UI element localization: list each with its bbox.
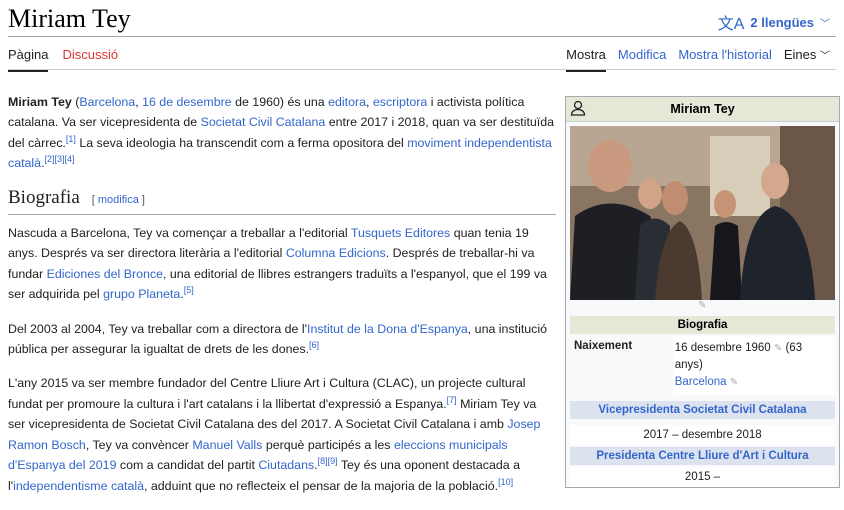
tabs-divider: [8, 69, 836, 70]
paragraph: L'any 2015 va ser membre fundador del Ce…: [8, 373, 556, 495]
text: , adduint que no reflecteix el pensar de…: [144, 478, 499, 493]
text: Nascuda a Barcelona, Tey va començar a t…: [8, 226, 351, 241]
birth-label: Naixement: [570, 336, 673, 395]
reference[interactable]: [2][3][4]: [45, 154, 75, 164]
title-divider: [8, 36, 836, 37]
text: L'any 2015 va ser membre fundador del Ce…: [8, 376, 526, 411]
reference[interactable]: [8][9]: [318, 456, 338, 466]
text: La seva ideologia ha transcendit com a f…: [75, 135, 408, 150]
text: ]: [138, 193, 145, 206]
portrait-photo[interactable]: [570, 126, 835, 300]
infobox-header: Miriam Tey: [566, 97, 839, 122]
text: com a candidat del partit: [116, 458, 259, 473]
language-count: 2 llengües: [750, 14, 814, 30]
reference[interactable]: [1]: [66, 134, 76, 144]
section-heading: Biografia [ modifica ]: [8, 186, 556, 216]
article-body: Miriam Tey (Barcelona, 16 de desembre de…: [8, 92, 556, 510]
link-barcelona[interactable]: Barcelona: [79, 95, 135, 109]
edit-icon[interactable]: ✎: [730, 377, 738, 388]
role-2-period: 2015 –: [570, 467, 835, 487]
section-edit: [ modifica ]: [92, 194, 145, 206]
subject-name: Miriam Tey: [8, 95, 72, 109]
text: Del 2003 al 2004, Tey va treballar com a…: [8, 321, 307, 336]
page-title: Miriam Tey: [8, 4, 131, 33]
text: de 1960) és una: [231, 95, 329, 109]
link[interactable]: Tusquets Editores: [351, 226, 450, 240]
link-scc[interactable]: Societat Civil Catalana: [201, 115, 326, 129]
link[interactable]: Ediciones del Bronce: [47, 267, 163, 281]
infobox-section-biografia: Biografia: [570, 316, 835, 334]
birth-value: 16 desembre 1960 ✎ (63 anys) Barcelona ✎: [673, 336, 835, 395]
reference[interactable]: [5]: [184, 285, 194, 295]
link[interactable]: Ciutadans: [258, 458, 314, 472]
chevron-down-icon: ﹀: [820, 51, 830, 62]
infobox-title: Miriam Tey: [670, 102, 735, 116]
link[interactable]: Institut de la Dona d'Espanya: [307, 322, 468, 336]
text: , Tey va convèncer: [85, 437, 193, 452]
edit-section-link[interactable]: modifica: [98, 194, 139, 206]
reference[interactable]: [10]: [498, 476, 513, 486]
paragraph: Del 2003 al 2004, Tey va treballar com a…: [8, 319, 556, 360]
link-editora[interactable]: editora: [328, 95, 366, 109]
birth-place-link[interactable]: Barcelona: [675, 376, 727, 388]
role-1-period: 2017 – desembre 2018: [570, 425, 835, 445]
paragraph: Nascuda a Barcelona, Tey va començar a t…: [8, 223, 556, 305]
birth-date: 16 desembre 1960: [674, 342, 771, 354]
infobox-row-birth: Naixement 16 desembre 1960 ✎ (63 anys) B…: [570, 336, 835, 395]
text: perquè participés a les: [262, 437, 394, 452]
link[interactable]: independentisme català: [13, 479, 144, 493]
reference[interactable]: [7]: [447, 395, 457, 405]
link[interactable]: grupo Planeta: [103, 287, 180, 301]
link-escriptora[interactable]: escriptora: [373, 95, 427, 109]
chevron-down-icon: ﹀: [820, 18, 830, 30]
reference[interactable]: [6]: [309, 340, 319, 350]
infobox: Miriam Tey ✎ Biografia Naixement 16 dese…: [565, 96, 840, 488]
text: ,: [365, 95, 373, 109]
link[interactable]: Columna Edicions: [286, 246, 386, 260]
link-date[interactable]: 16 de desembre: [142, 95, 232, 109]
link[interactable]: Manuel Valls: [192, 438, 262, 452]
intro-paragraph: Miriam Tey (Barcelona, 16 de desembre de…: [8, 92, 556, 174]
infobox-role-1[interactable]: Vicepresidenta Societat Civil Catalana: [570, 401, 835, 419]
section-title: Biografia: [8, 186, 80, 208]
translate-icon: 文A: [717, 16, 745, 33]
edit-icon[interactable]: ✎: [566, 300, 839, 314]
person-icon: [570, 100, 586, 119]
edit-icon[interactable]: ✎: [774, 343, 782, 354]
tools-label: Eines: [783, 47, 817, 62]
language-selector[interactable]: 文A 2 llengües ﹀: [718, 10, 830, 34]
infobox-role-2[interactable]: Presidenta Centre Lliure d'Art i Cultura: [570, 447, 835, 465]
